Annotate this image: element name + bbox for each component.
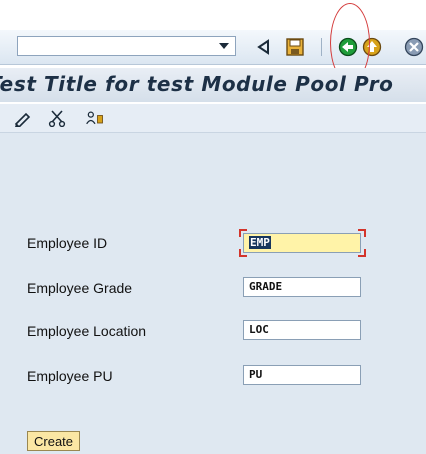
toolbar-separator	[321, 38, 322, 56]
pencil-icon[interactable]	[13, 109, 33, 127]
focus-corner	[239, 229, 247, 237]
employee-pu-label: Employee PU	[27, 368, 113, 384]
cancel-icon[interactable]	[404, 37, 424, 57]
focus-corner	[239, 249, 247, 257]
title-bar: Test Title for test Module Pool Pro	[0, 68, 426, 102]
employee-pu-field[interactable]: PU	[243, 365, 361, 385]
save-icon[interactable]	[285, 37, 305, 57]
focus-corner	[358, 229, 366, 237]
employee-id-field[interactable]: EMP	[243, 233, 361, 253]
scissors-icon[interactable]	[48, 109, 68, 127]
employee-location-field[interactable]: LOC	[243, 320, 361, 340]
employee-location-label: Employee Location	[27, 323, 147, 339]
user-key-icon[interactable]	[85, 109, 105, 127]
create-button[interactable]: Create	[27, 431, 81, 451]
application-toolbar	[0, 104, 426, 133]
employee-grade-value: GRADE	[249, 280, 283, 293]
dropdown-icon[interactable]	[219, 43, 229, 49]
employee-grade-label: Employee Grade	[27, 280, 133, 296]
page-title: Test Title for test Module Pool Pro	[0, 72, 394, 96]
command-field[interactable]	[17, 36, 236, 56]
enter-icon[interactable]	[254, 37, 274, 57]
employee-id-label: Employee ID	[27, 235, 108, 251]
employee-id-value: EMP	[249, 236, 271, 249]
focus-corner	[358, 249, 366, 257]
employee-location-value: LOC	[249, 323, 269, 336]
employee-pu-value: PU	[249, 368, 263, 381]
employee-grade-field[interactable]: GRADE	[243, 277, 361, 297]
